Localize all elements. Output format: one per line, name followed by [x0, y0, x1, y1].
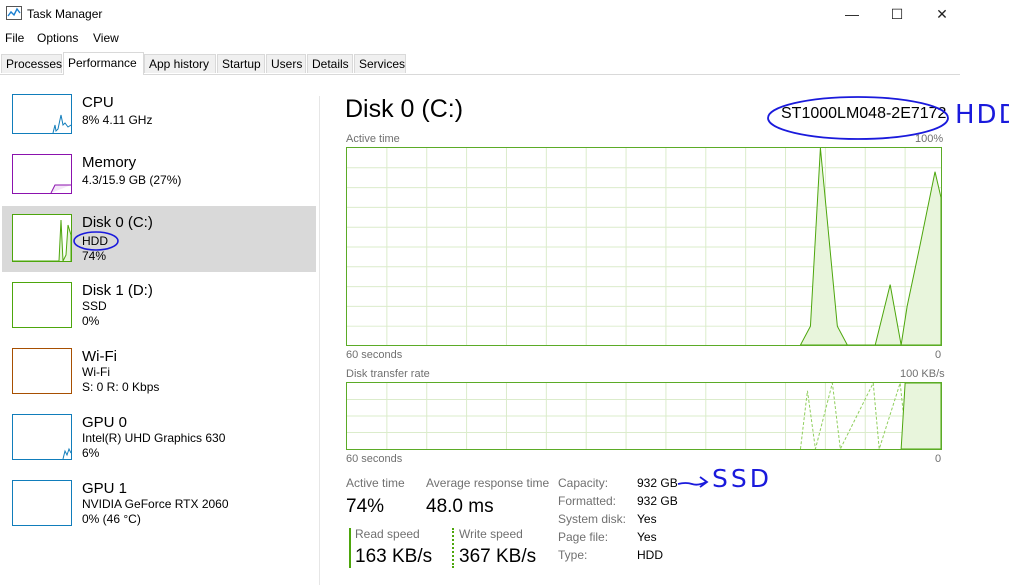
- sidebar-item-cpu[interactable]: CPU 8% 4.11 GHz: [2, 86, 316, 150]
- read-speed-value: 163 KB/s: [355, 546, 433, 567]
- formatted-value: 932 GB: [637, 494, 678, 508]
- sidebar-item-title: Wi-Fi: [82, 348, 117, 365]
- sidebar-item-usage: 0% (46 °C): [82, 512, 141, 526]
- sidebar-item-disk-0[interactable]: Disk 0 (C:) HDD 74%: [2, 206, 316, 272]
- read-speed-legend-bar: [349, 528, 351, 568]
- avg-response-value: 48.0 ms: [426, 496, 494, 517]
- type-label: Type:: [558, 548, 588, 562]
- sidebar-item-usage: 0%: [82, 314, 100, 328]
- handwritten-note-ssd: SSD: [712, 464, 772, 493]
- active-time-stat-value: 74%: [346, 496, 385, 517]
- capacity-value: 932 GB: [637, 476, 678, 490]
- write-speed-label: Write speed: [459, 527, 523, 541]
- sidebar-item-gpu-0[interactable]: GPU 0 Intel(R) UHD Graphics 630 6%: [2, 406, 316, 470]
- type-value: HDD: [637, 548, 663, 562]
- close-button[interactable]: ✕: [919, 0, 965, 28]
- sidebar-item-memory[interactable]: Memory 4.3/15.9 GB (27%): [2, 146, 316, 210]
- maximize-button[interactable]: ☐: [874, 0, 920, 28]
- sidebar-item-wifi[interactable]: Wi-Fi Wi-Fi S: 0 R: 0 Kbps: [2, 340, 316, 404]
- sidebar-item-title: Disk 1 (D:): [82, 282, 153, 299]
- sidebar-item-title: Memory: [82, 154, 137, 171]
- page-file-label: Page file:: [558, 530, 609, 544]
- active-time-graph: [346, 147, 942, 346]
- sidebar-item-model: Intel(R) UHD Graphics 630: [82, 431, 226, 445]
- sidebar-item-title: GPU 1: [82, 480, 128, 497]
- page-file-value: Yes: [637, 530, 657, 544]
- system-disk-label: System disk:: [558, 512, 627, 526]
- formatted-label: Formatted:: [558, 494, 617, 508]
- sidebar-item-gpu-1[interactable]: GPU 1 NVIDIA GeForce RTX 2060 0% (46 °C): [2, 472, 316, 536]
- tab-performance[interactable]: Performance: [63, 52, 144, 75]
- tab-bar: Processes Performance App history Startu…: [0, 52, 960, 75]
- sidebar-item-disk-1[interactable]: Disk 1 (D:) SSD 0%: [2, 274, 316, 338]
- capacity-label: Capacity:: [558, 476, 609, 490]
- active-time-min: 0: [935, 349, 942, 361]
- disk-0-thumbnail-graph: [12, 214, 72, 262]
- active-time-stat-label: Active time: [346, 476, 405, 490]
- task-manager-icon: [6, 6, 22, 20]
- disk-1-thumbnail-graph: [12, 282, 72, 328]
- hand-drawn-circle-annotation: [73, 231, 119, 251]
- memory-thumbnail-graph: [12, 154, 72, 194]
- sidebar-item-throughput: S: 0 R: 0 Kbps: [82, 380, 160, 394]
- read-speed-label: Read speed: [355, 527, 420, 541]
- active-time-duration: 60 seconds: [346, 349, 403, 361]
- tab-processes[interactable]: Processes: [1, 54, 62, 73]
- menu-file[interactable]: File: [5, 31, 24, 45]
- handwritten-note-hdd: HDD: [955, 100, 1009, 130]
- tab-startup[interactable]: Startup: [217, 54, 265, 73]
- sidebar-item-detail: 4.3/15.9 GB (27%): [82, 173, 182, 187]
- sidebar-item-adapter: Wi-Fi: [82, 365, 110, 379]
- sidebar-item-title: CPU: [82, 94, 114, 111]
- sidebar-item-type: SSD: [82, 299, 107, 313]
- pane-divider: [319, 96, 320, 585]
- sidebar-item-usage: 6%: [82, 446, 100, 460]
- active-time-label: Active time: [346, 133, 400, 145]
- transfer-rate-max: 100 KB/s: [900, 368, 945, 380]
- system-disk-value: Yes: [637, 512, 657, 526]
- tab-details[interactable]: Details: [307, 54, 353, 73]
- gpu-1-thumbnail-graph: [12, 480, 72, 526]
- sidebar-item-title: Disk 0 (C:): [82, 214, 153, 231]
- active-time-max: 100%: [915, 133, 944, 145]
- avg-response-label: Average response time: [426, 476, 550, 490]
- write-speed-legend-bar: [452, 528, 454, 568]
- menu-options[interactable]: Options: [37, 31, 78, 45]
- sidebar-item-title: GPU 0: [82, 414, 128, 431]
- transfer-rate-label: Disk transfer rate: [346, 368, 430, 380]
- page-title: Disk 0 (C:): [345, 95, 464, 123]
- menu-view[interactable]: View: [93, 31, 119, 45]
- hand-drawn-arrow-icon: [677, 476, 709, 488]
- transfer-rate-duration: 60 seconds: [346, 453, 403, 465]
- transfer-rate-graph: [346, 382, 942, 450]
- tab-services[interactable]: Services: [354, 54, 406, 73]
- wifi-thumbnail-graph: [12, 348, 72, 394]
- cpu-thumbnail-graph: [12, 94, 72, 134]
- title-bar: Task Manager — ☐ ✕: [0, 0, 960, 28]
- tab-app-history[interactable]: App history: [144, 54, 216, 73]
- write-speed-value: 367 KB/s: [459, 546, 537, 567]
- transfer-rate-min: 0: [935, 453, 942, 465]
- minimize-button[interactable]: —: [829, 0, 875, 28]
- sidebar-item-detail: 8% 4.11 GHz: [82, 113, 153, 127]
- window-title: Task Manager: [27, 7, 103, 21]
- gpu-0-thumbnail-graph: [12, 414, 72, 460]
- sidebar-item-model: NVIDIA GeForce RTX 2060: [82, 497, 229, 511]
- tab-users[interactable]: Users: [266, 54, 306, 73]
